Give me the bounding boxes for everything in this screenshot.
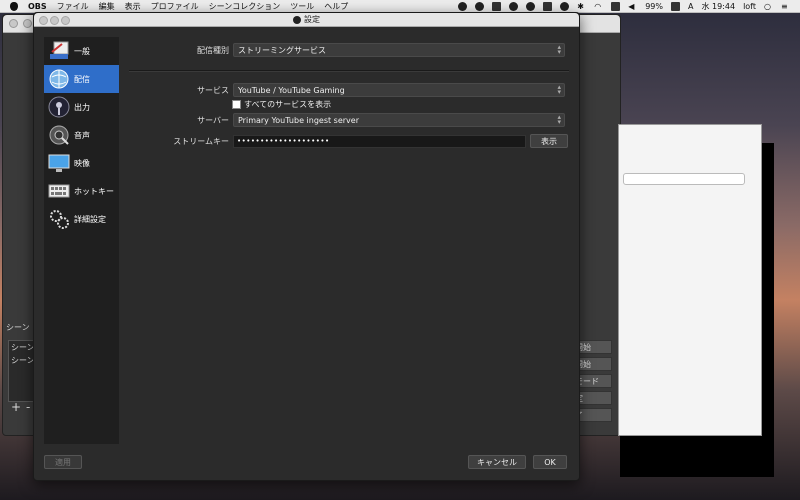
- general-icon: [47, 39, 71, 63]
- stream-globe-icon: [47, 67, 71, 91]
- stream-type-select[interactable]: ストリーミングサービス ▴ ▾: [233, 43, 565, 57]
- minimize-button[interactable]: [23, 19, 32, 28]
- menu-scene-collection[interactable]: シーンコレクション: [209, 1, 281, 12]
- updown-chevron-icon: ▴ ▾: [557, 83, 561, 96]
- show-all-services-label: すべてのサービスを表示: [244, 100, 332, 109]
- sidebar-item-label: 映像: [74, 158, 90, 168]
- output-icon: [47, 95, 71, 119]
- remove-scene-button[interactable]: -: [26, 400, 30, 414]
- window-title: 設定: [304, 15, 320, 24]
- video-monitor-icon: [47, 151, 71, 175]
- gears-icon: [47, 207, 71, 231]
- updown-chevron-icon: ▴ ▾: [557, 43, 561, 56]
- show-all-services-checkbox[interactable]: [232, 100, 241, 109]
- keyboard-icon: [47, 179, 71, 203]
- airplay-icon[interactable]: [611, 1, 621, 11]
- menu-edit[interactable]: 編集: [99, 1, 115, 12]
- search-icon[interactable]: ○: [764, 2, 773, 11]
- server-label: サーバー: [197, 115, 229, 125]
- service-label: サービス: [197, 85, 229, 95]
- grid-icon[interactable]: [543, 1, 553, 11]
- user-name[interactable]: loft: [743, 2, 756, 11]
- info-icon[interactable]: [526, 1, 536, 11]
- sidebar-item-label: 音声: [74, 130, 90, 140]
- app-menu[interactable]: OBS: [28, 2, 47, 11]
- stream-type-label: 配信種別: [197, 45, 229, 55]
- audio-icon: [47, 123, 71, 147]
- input-source[interactable]: A: [688, 2, 693, 11]
- sidebar-item-general[interactable]: 一般: [44, 37, 119, 65]
- sidebar-item-label: 詳細設定: [74, 214, 106, 224]
- sidebar-item-output[interactable]: 出力: [44, 93, 119, 121]
- menu-view[interactable]: 表示: [125, 1, 141, 12]
- wifi-icon[interactable]: ◠: [594, 2, 603, 11]
- sidebar-item-stream[interactable]: 配信: [44, 65, 119, 93]
- obs-status-icon[interactable]: [458, 1, 468, 11]
- settings-titlebar: 設定: [34, 13, 579, 27]
- background-white-window: [618, 124, 762, 436]
- bluetooth-icon[interactable]: ✱: [577, 2, 586, 11]
- menu-file[interactable]: ファイル: [57, 1, 89, 12]
- obs-logo-icon: [293, 15, 301, 24]
- sidebar-item-hotkeys[interactable]: ホットキー: [44, 177, 119, 205]
- sidebar-item-video[interactable]: 映像: [44, 149, 119, 177]
- scene-panel-title: シーン: [6, 323, 30, 332]
- stream-key-field[interactable]: ••••••••••••••••••••: [233, 134, 526, 148]
- stream-key-label: ストリームキー: [173, 136, 229, 146]
- apply-button[interactable]: 適用: [44, 455, 82, 469]
- sidebar-item-audio[interactable]: 音声: [44, 121, 119, 149]
- sidebar-item-label: ホットキー: [74, 186, 114, 196]
- sidebar-item-label: 一般: [74, 46, 90, 56]
- sidebar-item-label: 出力: [74, 102, 90, 112]
- battery-percent[interactable]: 99%: [645, 2, 663, 11]
- server-value: Primary YouTube ingest server: [238, 115, 359, 125]
- dropbox-icon[interactable]: [492, 1, 502, 11]
- add-scene-button[interactable]: +: [11, 400, 21, 414]
- apple-menu-icon[interactable]: [10, 1, 18, 11]
- settings-window: 設定 一般 配信 出力 音声 映像 ホットキー 詳細設定 配信種別 ストリーミン…: [33, 12, 580, 481]
- updown-chevron-icon: ▴ ▾: [557, 113, 561, 126]
- service-select[interactable]: YouTube / YouTube Gaming ▴ ▾: [233, 83, 565, 97]
- sync-icon[interactable]: [475, 1, 485, 11]
- clock[interactable]: 水 19:44: [701, 1, 735, 12]
- battery-icon[interactable]: [670, 1, 680, 11]
- cancel-button[interactable]: キャンセル: [468, 455, 526, 469]
- server-select[interactable]: Primary YouTube ingest server ▴ ▾: [233, 113, 565, 127]
- volume-icon[interactable]: ◀: [628, 2, 637, 11]
- time-machine-icon[interactable]: [560, 1, 570, 11]
- background-dropdown[interactable]: [623, 173, 745, 185]
- notification-center-icon[interactable]: ≡: [781, 2, 790, 11]
- close-button[interactable]: [9, 19, 18, 28]
- divider: [129, 70, 569, 72]
- ok-button[interactable]: OK: [533, 455, 567, 469]
- service-value: YouTube / YouTube Gaming: [238, 85, 345, 95]
- menu-tools[interactable]: ツール: [290, 1, 314, 12]
- cloud-icon[interactable]: [509, 1, 519, 11]
- menu-profile[interactable]: プロファイル: [151, 1, 199, 12]
- menu-help[interactable]: ヘルプ: [324, 1, 348, 12]
- sidebar-item-label: 配信: [74, 74, 90, 84]
- stream-type-value: ストリーミングサービス: [238, 45, 326, 55]
- settings-sidebar: 一般 配信 出力 音声 映像 ホットキー 詳細設定: [44, 37, 119, 444]
- sidebar-item-advanced[interactable]: 詳細設定: [44, 205, 119, 233]
- show-key-button[interactable]: 表示: [530, 134, 568, 148]
